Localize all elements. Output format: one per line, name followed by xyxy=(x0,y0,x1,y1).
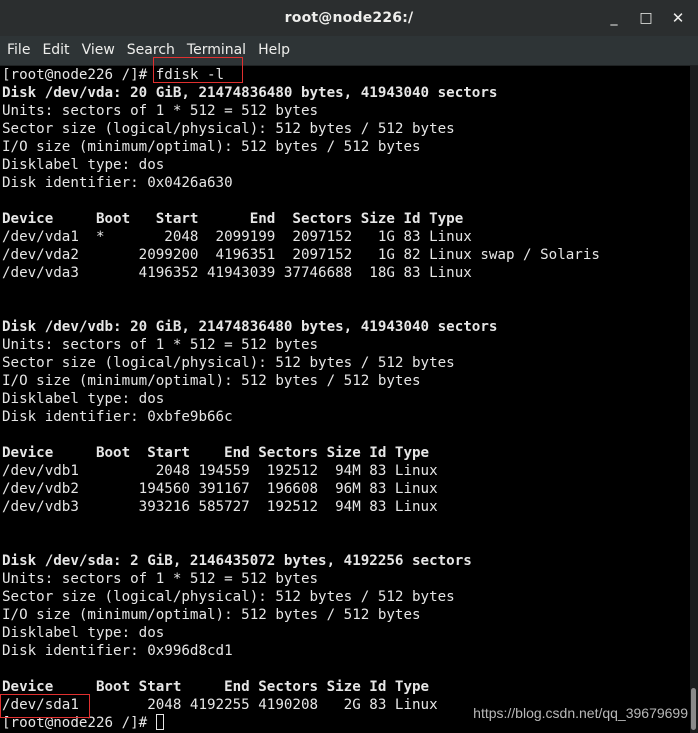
terminal-line: /dev/vdb2 194560 391167 196608 96M 83 Li… xyxy=(2,481,438,497)
window-title: root@node226:/ xyxy=(284,10,414,26)
watermark: https://blog.csdn.net/qq_39679699 xyxy=(473,705,688,721)
terminal-line: Disk /dev/sda: 2 GiB, 2146435072 bytes, … xyxy=(2,553,472,569)
terminal-line: Device Boot Start End Sectors Size Id Ty… xyxy=(2,211,464,227)
menu-bar: File Edit View Search Terminal Help xyxy=(0,36,698,66)
terminal-line: Disklabel type: dos xyxy=(2,391,165,407)
terminal-line: /dev/vdb3 393216 585727 192512 94M 83 Li… xyxy=(2,499,438,515)
terminal-line: Disk /dev/vda: 20 GiB, 21474836480 bytes… xyxy=(2,85,498,101)
terminal-line: /dev/vda1 * 2048 2099199 2097152 1G 83 L… xyxy=(2,229,472,245)
terminal-line: Disk identifier: 0x996d8cd1 xyxy=(2,643,233,659)
terminal-line: Device Boot Start End Sectors Size Id Ty… xyxy=(2,679,430,695)
menu-file[interactable]: File xyxy=(0,36,36,65)
terminal-line: Disk identifier: 0xbfe9b66c xyxy=(2,409,233,425)
terminal-line: Device Boot Start End Sectors Size Id Ty… xyxy=(2,445,430,461)
terminal-line: I/O size (minimum/optimal): 512 bytes / … xyxy=(2,139,421,155)
terminal-line: Units: sectors of 1 * 512 = 512 bytes xyxy=(2,337,319,353)
close-icon[interactable]: ✕ xyxy=(664,0,692,36)
terminal-line: Disk identifier: 0x0426a630 xyxy=(2,175,233,191)
scrollbar-thumb[interactable] xyxy=(691,688,696,730)
title-bar: root@node226:/ _ □ ✕ xyxy=(0,0,698,36)
annotation-highlight-device xyxy=(0,694,90,718)
text-cursor xyxy=(155,714,164,730)
terminal-line: Sector size (logical/physical): 512 byte… xyxy=(2,121,455,137)
terminal-line: I/O size (minimum/optimal): 512 bytes / … xyxy=(2,373,421,389)
terminal-line: Disklabel type: dos xyxy=(2,157,165,173)
terminal-line: [root@node226 /]# fdisk -l xyxy=(2,67,225,83)
terminal-line: /dev/vda2 2099200 4196351 2097152 1G 82 … xyxy=(2,247,600,263)
maximize-icon[interactable]: □ xyxy=(632,0,660,36)
terminal-line: Disklabel type: dos xyxy=(2,625,165,641)
menu-help[interactable]: Help xyxy=(252,36,296,65)
terminal-line: Sector size (logical/physical): 512 byte… xyxy=(2,355,455,371)
scrollbar-track[interactable] xyxy=(690,66,698,733)
menu-edit[interactable]: Edit xyxy=(36,36,75,65)
minimize-icon[interactable]: _ xyxy=(600,0,628,36)
annotation-highlight-command xyxy=(153,57,243,83)
terminal-line: /dev/vda3 4196352 41943039 37746688 18G … xyxy=(2,265,472,281)
terminal-line: Units: sectors of 1 * 512 = 512 bytes xyxy=(2,103,319,119)
terminal-line: /dev/vdb1 2048 194559 192512 94M 83 Linu… xyxy=(2,463,438,479)
terminal-line: Sector size (logical/physical): 512 byte… xyxy=(2,589,455,605)
menu-view[interactable]: View xyxy=(76,36,121,65)
terminal-output[interactable]: [root@node226 /]# fdisk -l Disk /dev/vda:… xyxy=(0,66,690,733)
terminal-line: Units: sectors of 1 * 512 = 512 bytes xyxy=(2,571,319,587)
terminal-line: Disk /dev/vdb: 20 GiB, 21474836480 bytes… xyxy=(2,319,498,335)
terminal-line: I/O size (minimum/optimal): 512 bytes / … xyxy=(2,607,421,623)
